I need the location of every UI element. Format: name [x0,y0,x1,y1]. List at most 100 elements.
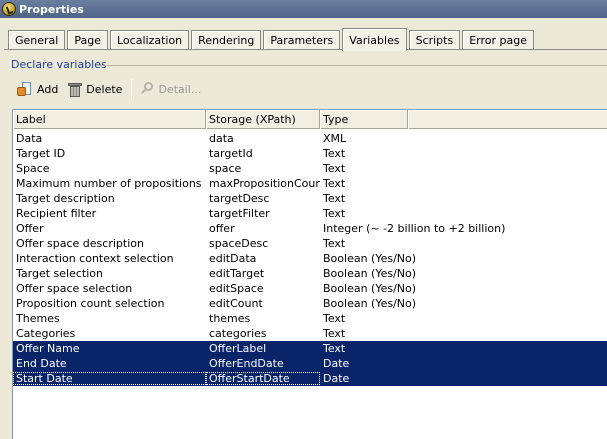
magnifier-icon [140,82,154,96]
cell-label: Target ID [16,147,66,160]
cell-label: Target selection [16,267,103,280]
cell-type: Date [323,372,350,385]
cell-storage: maxPropositionCount [209,177,320,190]
tab-general[interactable]: General [8,30,66,50]
cell-type: Text [323,312,346,325]
tab-rendering[interactable]: Rendering [191,30,262,50]
cell-storage: spaceDesc [209,237,269,250]
column-header-filler [408,110,607,129]
check-globe-icon [2,2,16,16]
cell-label: Space [16,162,50,175]
table-row[interactable]: Space space Text [13,161,607,176]
toolbar-separator [131,79,133,99]
delete-button[interactable]: Delete [65,78,125,100]
table-row[interactable]: Offer space description spaceDesc Text [13,236,607,251]
cell-storage: editTarget [209,267,265,280]
cell-storage: targetDesc [209,192,270,205]
table-row[interactable]: Target selection editTarget Boolean (Yes/N… [13,266,607,281]
cell-type: Text [323,177,346,190]
toolbar: Add Delete Detail... [14,78,208,100]
cell-storage: OfferLabel [209,342,267,355]
detail-button[interactable]: Detail... [137,78,204,100]
title-bar: Properties [0,0,607,18]
cell-label: Proposition count selection [16,297,165,310]
table-row[interactable]: Target ID targetId Text [13,146,607,161]
table-row[interactable]: Recipient filter targetFilter Text [13,206,607,221]
add-document-icon [17,81,33,97]
table-row[interactable]: Target description targetDesc Text [13,191,607,206]
table-row[interactable]: Start Date OfferStartDate Date [13,371,607,386]
cell-label: Offer space description [16,237,144,250]
cell-type: Date [323,357,350,370]
cell-label: Offer Name [16,342,80,355]
detail-button-label: Detail... [158,82,202,96]
window-title: Properties [19,2,84,16]
tab-parameters[interactable]: Parameters [263,30,341,50]
cell-type: Boolean (Yes/No) [323,252,417,265]
cell-type: Text [323,147,346,160]
cell-type: Text [323,207,346,220]
cell-label: Data [16,132,43,145]
cell-label: Offer space selection [16,282,133,295]
cell-label: Interaction context selection [16,252,174,265]
tab-variables[interactable]: Variables [342,28,407,51]
section-divider [96,65,607,66]
table-row[interactable]: Offer space selection editSpace Boolean (Y… [13,281,607,296]
cell-storage: categories [209,327,267,340]
add-button[interactable]: Add [14,78,61,100]
table-row[interactable]: Offer offer Integer (~ -2 billion to +2 bi… [13,221,607,236]
cell-storage: targetFilter [209,207,270,220]
variables-table[interactable]: Label Storage (XPath) Type Data data XML Ta… [12,109,607,439]
cell-storage: offer [209,222,235,235]
cell-storage: data [209,132,234,145]
column-header-storage[interactable]: Storage (XPath) [206,110,320,129]
cell-storage: targetId [209,147,253,160]
table-row[interactable]: Maximum number of propositions maxProposi… [13,176,607,191]
cell-storage: editData [209,252,257,265]
cell-label: Target description [16,192,115,205]
cell-type: Boolean (Yes/No) [323,297,417,310]
table-row[interactable]: Data data XML [13,131,607,146]
table-row[interactable]: Categories categories Text [13,326,607,341]
cell-storage: space [209,162,242,175]
tab-scripts[interactable]: Scripts [408,30,461,50]
column-header-label[interactable]: Label [13,110,206,129]
tab-panel-border [4,49,607,50]
cell-storage: OfferStartDate [206,372,320,385]
cell-label: Categories [16,327,76,340]
section-title: Declare variables [11,58,107,71]
cell-type: Text [323,237,346,250]
cell-type: Text [323,327,346,340]
cell-label: Recipient filter [16,207,97,220]
delete-button-label: Delete [86,82,123,96]
add-button-label: Add [37,82,59,96]
cell-storage: editCount [209,297,263,310]
table-row[interactable]: Interaction context selection editData Boo… [13,251,607,266]
cell-label: Offer [16,222,44,235]
cell-storage: themes [209,312,251,325]
cell-type: Text [323,342,346,355]
cell-type: Text [323,192,346,205]
cell-label: Start Date [13,372,206,385]
table-row[interactable]: Offer Name OfferLabel Text [13,341,607,356]
tab-page[interactable]: Page [67,30,108,50]
cell-label: Themes [16,312,60,325]
table-row[interactable]: Themes themes Text [13,311,607,326]
tab-error-page[interactable]: Error page [462,30,535,50]
table-header: Label Storage (XPath) Type [13,110,607,129]
cell-storage: editSpace [209,282,264,295]
column-header-type[interactable]: Type [320,110,408,129]
table-body: Data data XML Target ID targetId Text Space spa… [13,131,607,386]
table-row[interactable]: End Date OfferEndDate Date [13,356,607,371]
cell-type: Boolean (Yes/No) [323,267,417,280]
cell-storage: OfferEndDate [209,357,284,370]
cell-type: Text [323,162,346,175]
cell-type: Boolean (Yes/No) [323,282,417,295]
table-row[interactable]: Proposition count selection editCount Bool… [13,296,607,311]
cell-type: XML [323,132,347,145]
trash-icon [68,81,83,97]
tab-localization[interactable]: Localization [110,30,190,50]
tab-strip: General Page Localization Rendering Para… [8,28,536,51]
cell-type: Integer (~ -2 billion to +2 billion) [323,222,506,235]
cell-label: End Date [16,357,67,370]
